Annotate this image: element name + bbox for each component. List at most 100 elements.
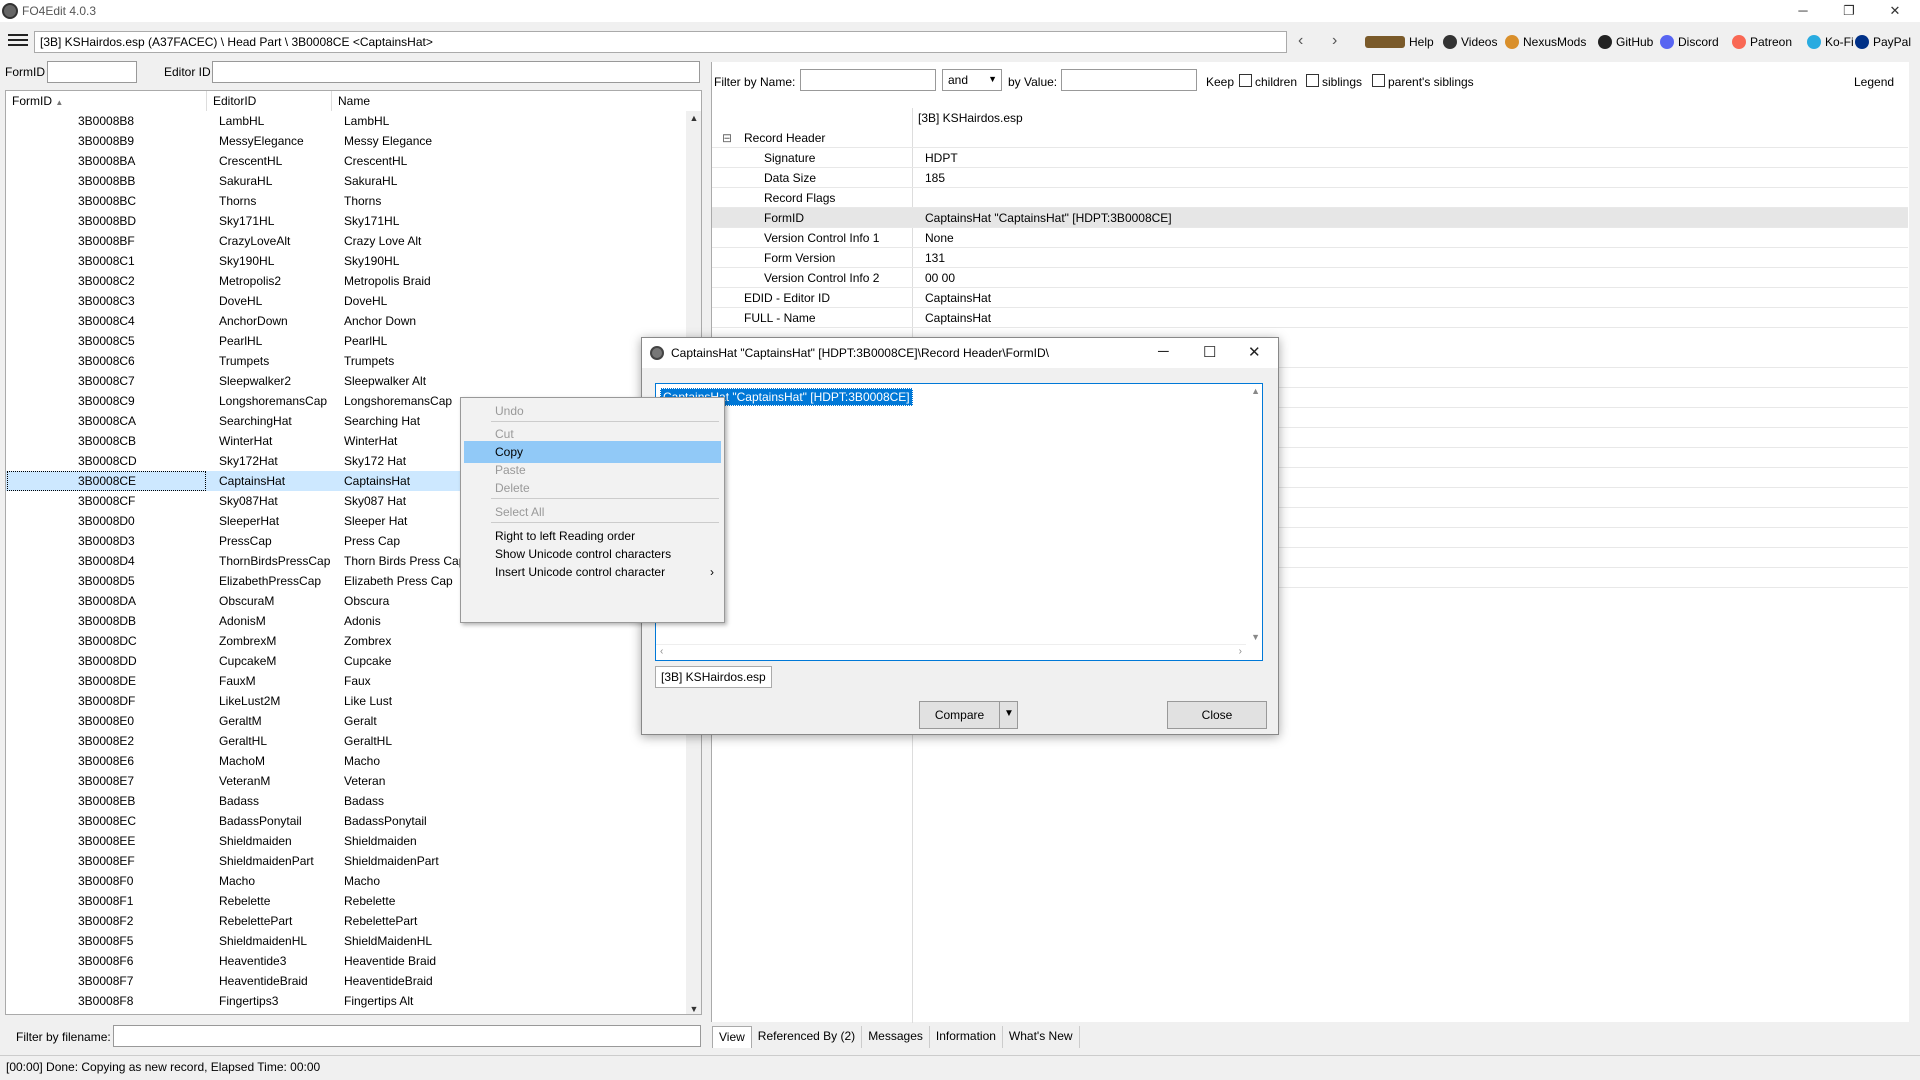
nexus-icon	[1505, 35, 1519, 49]
formid-cell: 3B0008BF	[78, 234, 135, 248]
link-patreon[interactable]: Patreon	[1732, 35, 1792, 49]
children-checkbox[interactable]	[1239, 74, 1252, 87]
filter-value-input[interactable]	[1061, 69, 1197, 91]
link-nexusmods[interactable]: NexusMods	[1505, 35, 1586, 49]
legend-button[interactable]: Legend	[1854, 75, 1894, 89]
table-row[interactable]: 3B0008C6 Trumpets Trumpets	[6, 351, 686, 371]
table-row[interactable]: 3B0008E2 GeraltHL GeraltHL	[6, 731, 686, 751]
restore-button[interactable]: ❐	[1826, 0, 1872, 22]
horizontal-scrollbar[interactable]: ‹ ›	[656, 644, 1246, 660]
table-row[interactable]: 3B0008F6 Heaventide3 Heaventide Braid	[6, 951, 686, 971]
record-field-row[interactable]: Signature HDPT	[712, 148, 1908, 168]
table-row[interactable]: 3B0008DD CupcakeM Cupcake	[6, 651, 686, 671]
table-row[interactable]: 3B0008F1 Rebelette Rebelette	[6, 891, 686, 911]
link-ko-fi[interactable]: Ko-Fi	[1807, 35, 1854, 49]
table-row[interactable]: 3B0008F5 ShieldmaidenHL ShieldMaidenHL	[6, 931, 686, 951]
table-row[interactable]: 3B0008C3 DoveHL DoveHL	[6, 291, 686, 311]
table-row[interactable]: 3B0008EB Badass Badass	[6, 791, 686, 811]
tab-referenced-by-2[interactable]: Referenced By (2)	[752, 1026, 863, 1048]
dialog-file-tab[interactable]: [3B] KSHairdos.esp	[655, 666, 772, 688]
menu-item-delete[interactable]: Delete	[461, 477, 724, 499]
table-row[interactable]: 3B0008C4 AnchorDown Anchor Down	[6, 311, 686, 331]
dialog-close-button[interactable]: Close	[1167, 701, 1267, 729]
scroll-down-icon[interactable]: ▼	[1251, 632, 1260, 642]
table-row[interactable]: 3B0008BF CrazyLoveAlt Crazy Love Alt	[6, 231, 686, 251]
scroll-up-icon[interactable]: ▲	[1251, 386, 1260, 396]
table-row[interactable]: 3B0008BA CrescentHL CrescentHL	[6, 151, 686, 171]
scroll-up-icon[interactable]: ▲	[686, 113, 701, 123]
menu-item-insert-unicode-control-character[interactable]: Insert Unicode control character ›	[461, 561, 724, 583]
forward-arrow-icon[interactable]: ›	[1332, 32, 1337, 50]
record-field-row[interactable]: Record Flags	[712, 188, 1908, 208]
parents-siblings-checkbox[interactable]	[1372, 74, 1385, 87]
menu-item-undo[interactable]: Undo	[461, 400, 724, 422]
table-row[interactable]: 3B0008F7 HeaventideBraid HeaventideBraid	[6, 971, 686, 991]
column-header-formid[interactable]: FormID ▲	[12, 94, 63, 108]
table-row[interactable]: 3B0008E0 GeraltM Geralt	[6, 711, 686, 731]
minimize-button[interactable]: ─	[1780, 0, 1826, 22]
table-row[interactable]: 3B0008B9 MessyElegance Messy Elegance	[6, 131, 686, 151]
table-row[interactable]: 3B0008BC Thorns Thorns	[6, 191, 686, 211]
record-field-row[interactable]: Version Control Info 2 00 00	[712, 268, 1908, 288]
record-field-row[interactable]: FormID CaptainsHat "CaptainsHat" [HDPT:3B…	[712, 208, 1908, 228]
editorid-filter-input[interactable]	[212, 61, 700, 83]
column-header-editorid[interactable]: EditorID	[213, 94, 256, 108]
hamburger-menu-icon[interactable]	[8, 34, 28, 48]
link-help[interactable]: Help	[1365, 35, 1434, 49]
menu-item-label: Delete	[495, 481, 530, 495]
record-field-row[interactable]: Data Size 185	[712, 168, 1908, 188]
table-row[interactable]: 3B0008C7 Sleepwalker2 Sleepwalker Alt	[6, 371, 686, 391]
back-arrow-icon[interactable]: ‹	[1298, 32, 1303, 50]
dialog-minimize-button[interactable]: ─	[1158, 343, 1169, 360]
table-row[interactable]: 3B0008DC ZombrexM Zombrex	[6, 631, 686, 651]
compare-dropdown-icon[interactable]: ▼	[999, 701, 1018, 729]
dialog-close-icon[interactable]: ✕	[1248, 343, 1261, 361]
table-row[interactable]: 3B0008C2 Metropolis2 Metropolis Braid	[6, 271, 686, 291]
link-paypal[interactable]: PayPal	[1855, 35, 1911, 49]
table-row[interactable]: 3B0008F2 RebelettePart RebelettePart	[6, 911, 686, 931]
table-row[interactable]: 3B0008C5 PearlHL PearlHL	[6, 331, 686, 351]
scroll-down-icon[interactable]: ▼	[686, 1004, 701, 1014]
table-row[interactable]: 3B0008EE Shieldmaiden Shieldmaiden	[6, 831, 686, 851]
table-row[interactable]: 3B0008DF LikeLust2M Like Lust	[6, 691, 686, 711]
file-filter-input[interactable]	[113, 1025, 701, 1047]
record-field-row[interactable]: Version Control Info 1 None	[712, 228, 1908, 248]
record-path-field[interactable]: [3B] KSHairdos.esp (A37FACEC) \ Head Par…	[34, 31, 1287, 53]
table-row[interactable]: 3B0008E6 MachoM Macho	[6, 751, 686, 771]
formid-filter-input[interactable]	[47, 61, 137, 83]
table-row[interactable]: 3B0008F0 Macho Macho	[6, 871, 686, 891]
editorid-cell: Thorns	[219, 194, 257, 208]
and-or-select[interactable]: and ▼	[942, 69, 1002, 91]
table-row[interactable]: 3B0008B8 LambHL LambHL	[6, 111, 686, 131]
value-text-area[interactable]: CaptainsHat "CaptainsHat" [HDPT:3B0008CE…	[655, 383, 1263, 661]
tab-messages[interactable]: Messages	[862, 1026, 930, 1048]
record-field-row[interactable]: FULL - Name CaptainsHat	[712, 308, 1908, 328]
dialog-maximize-button[interactable]: ☐	[1203, 343, 1216, 361]
table-row[interactable]: 3B0008BD Sky171HL Sky171HL	[6, 211, 686, 231]
table-row[interactable]: 3B0008EF ShieldmaidenPart ShieldmaidenPart	[6, 851, 686, 871]
name-cell: Veteran	[344, 774, 386, 788]
tab-what-s-new[interactable]: What's New	[1003, 1026, 1080, 1048]
table-row[interactable]: 3B0008C1 Sky190HL Sky190HL	[6, 251, 686, 271]
filter-name-input[interactable]	[800, 69, 936, 91]
tab-information[interactable]: Information	[930, 1026, 1003, 1048]
table-row[interactable]: 3B0008F8 Fingertips3 Fingertips Alt	[6, 991, 686, 1011]
editorid-cell: Macho	[219, 874, 256, 888]
link-videos[interactable]: Videos	[1443, 35, 1497, 49]
record-field-row[interactable]: ⊟ Record Header	[712, 128, 1908, 148]
siblings-checkbox[interactable]	[1306, 74, 1319, 87]
table-row[interactable]: 3B0008DE FauxM Faux	[6, 671, 686, 691]
link-discord[interactable]: Discord	[1660, 35, 1719, 49]
column-header-name[interactable]: Name	[338, 94, 370, 108]
record-field-row[interactable]: Form Version 131	[712, 248, 1908, 268]
collapse-icon[interactable]: ⊟	[722, 131, 732, 145]
record-field-row[interactable]: EDID - Editor ID CaptainsHat	[712, 288, 1908, 308]
link-github[interactable]: GitHub	[1598, 35, 1653, 49]
table-row[interactable]: 3B0008BB SakuraHL SakuraHL	[6, 171, 686, 191]
menu-item-select-all[interactable]: Select All	[461, 501, 724, 523]
tab-view[interactable]: View	[712, 1026, 752, 1048]
link-label: GitHub	[1616, 35, 1654, 49]
table-row[interactable]: 3B0008EC BadassPonytail BadassPonytail	[6, 811, 686, 831]
table-row[interactable]: 3B0008E7 VeteranM Veteran	[6, 771, 686, 791]
close-window-button[interactable]: ✕	[1872, 0, 1918, 22]
